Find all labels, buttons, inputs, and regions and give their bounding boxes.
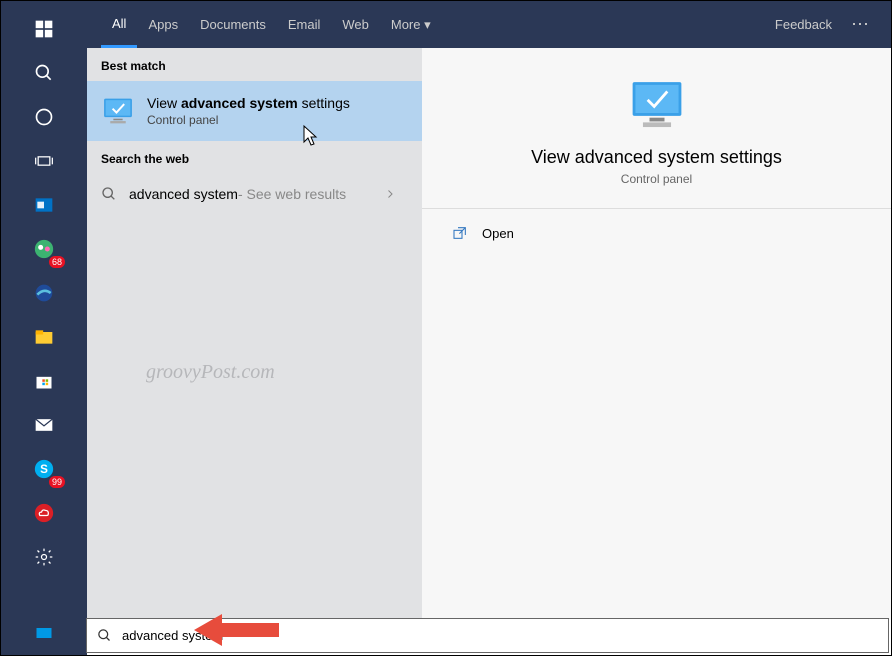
cursor-icon xyxy=(302,124,322,148)
watermark: groovyPost.com xyxy=(146,361,275,384)
open-label: Open xyxy=(482,226,514,241)
web-result-item[interactable]: advanced system - See web results xyxy=(87,174,422,214)
edge-icon[interactable] xyxy=(23,272,65,314)
skype-icon[interactable]: S 99 xyxy=(23,448,65,490)
preview-column: View advanced system settings Control pa… xyxy=(422,48,891,620)
web-result-see: - See web results xyxy=(238,186,346,202)
start-button[interactable] xyxy=(23,8,65,50)
explorer-icon[interactable] xyxy=(23,316,65,358)
creative-cloud-icon[interactable] xyxy=(23,492,65,534)
tab-all[interactable]: All xyxy=(101,1,137,48)
best-match-item[interactable]: View advanced system settings Control pa… xyxy=(87,81,422,141)
tab-apps[interactable]: Apps xyxy=(137,1,189,48)
feedback-link[interactable]: Feedback xyxy=(764,1,843,48)
mail-icon[interactable] xyxy=(23,404,65,446)
search-web-heading: Search the web xyxy=(87,141,422,174)
store-icon[interactable] xyxy=(23,360,65,402)
monitor-icon xyxy=(627,78,687,133)
search-icon xyxy=(101,186,117,202)
badge-count: 99 xyxy=(49,476,65,488)
open-action[interactable]: Open xyxy=(422,209,891,257)
settings-icon[interactable] xyxy=(23,536,65,578)
best-match-heading: Best match xyxy=(87,48,422,81)
taskbar: 68 S 99 xyxy=(1,1,87,655)
tab-email[interactable]: Email xyxy=(277,1,332,48)
search-panel: All Apps Documents Email Web More ▾ Feed… xyxy=(87,1,891,620)
monitor-icon xyxy=(101,97,135,125)
preview-subtitle: Control panel xyxy=(621,172,692,186)
tab-more[interactable]: More ▾ xyxy=(380,1,442,48)
chevron-right-icon xyxy=(384,186,396,202)
tray-icon[interactable] xyxy=(23,612,65,654)
tab-documents[interactable]: Documents xyxy=(189,1,277,48)
tab-web[interactable]: Web xyxy=(331,1,380,48)
preview-title: View advanced system settings xyxy=(531,147,782,168)
search-icon xyxy=(97,628,112,643)
app-multi-icon[interactable]: 68 xyxy=(23,228,65,270)
search-icon[interactable] xyxy=(23,52,65,94)
badge-count: 68 xyxy=(49,256,65,268)
annotation-arrow xyxy=(194,612,279,648)
results-column: Best match View advanced system settings… xyxy=(87,48,422,620)
web-result-term: advanced system xyxy=(129,186,238,202)
taskview-icon[interactable] xyxy=(23,140,65,182)
overflow-menu[interactable]: ⋯ xyxy=(843,14,877,35)
best-match-title: View advanced system settings xyxy=(147,95,350,111)
search-header: All Apps Documents Email Web More ▾ Feed… xyxy=(87,1,891,48)
outlook-icon[interactable] xyxy=(23,184,65,226)
open-icon xyxy=(452,225,468,241)
svg-text:S: S xyxy=(40,463,48,476)
cortana-icon[interactable] xyxy=(23,96,65,138)
